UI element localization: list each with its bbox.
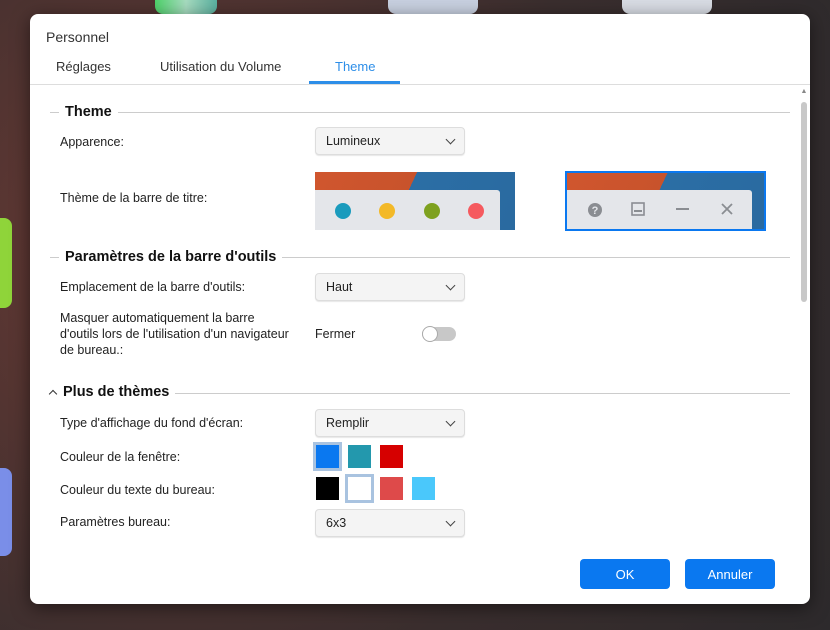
desktop-text-color-label: Couleur du texte du bureau: bbox=[60, 483, 215, 497]
autohide-toolbar-label: Masquer automatiquement la barre d'outil… bbox=[60, 311, 289, 357]
titlebar-theme-option-dots[interactable] bbox=[315, 172, 515, 230]
text-color-swatch-black[interactable] bbox=[316, 477, 339, 500]
text-color-swatch-red[interactable] bbox=[380, 477, 403, 500]
yellow-dot-icon bbox=[379, 203, 395, 219]
section-heading-theme: Theme bbox=[59, 104, 118, 120]
autohide-state-label: Fermer bbox=[315, 327, 356, 341]
desktop-grid-value: 6x3 bbox=[326, 516, 347, 530]
red-dot-icon bbox=[468, 203, 484, 219]
chevron-down-icon bbox=[445, 134, 456, 144]
text-color-swatch-lightblue[interactable] bbox=[412, 477, 435, 500]
help-icon: ? bbox=[588, 203, 602, 217]
toolbar-location-value: Haut bbox=[326, 280, 353, 294]
text-color-swatch-white[interactable] bbox=[345, 474, 374, 503]
section-heading-more-themes: Plus de thèmes bbox=[61, 384, 170, 400]
section-divider bbox=[50, 112, 790, 113]
window-color-swatch-blue[interactable] bbox=[313, 442, 342, 471]
titlebar-theme-option-icons[interactable]: ? bbox=[565, 171, 766, 231]
desktop-settings-label: Paramètres bureau: bbox=[60, 515, 171, 529]
more-themes-toggle[interactable]: Plus de thèmes bbox=[48, 384, 176, 400]
appearance-label: Apparence: bbox=[60, 135, 124, 149]
window-color-label: Couleur de la fenêtre: bbox=[60, 450, 181, 464]
desktop-icon[interactable] bbox=[622, 0, 712, 14]
minimize-to-panel-icon bbox=[631, 202, 645, 216]
autohide-toggle[interactable] bbox=[422, 326, 456, 342]
divider bbox=[30, 84, 810, 85]
toggle-knob bbox=[422, 326, 438, 342]
minimize-icon bbox=[676, 208, 689, 210]
chevron-down-icon bbox=[445, 516, 456, 526]
teal-dot-icon bbox=[335, 203, 351, 219]
wallpaper-type-value: Remplir bbox=[326, 416, 370, 430]
scrollbar-thumb[interactable] bbox=[801, 102, 807, 302]
desktop-icon[interactable] bbox=[155, 0, 217, 14]
appearance-select[interactable]: Lumineux bbox=[315, 127, 465, 155]
chevron-up-icon bbox=[48, 389, 58, 399]
scroll-up-icon[interactable]: ▲ bbox=[800, 88, 808, 96]
window-color-swatch-red[interactable] bbox=[380, 445, 403, 468]
cancel-button[interactable]: Annuler bbox=[685, 559, 775, 589]
chevron-down-icon bbox=[445, 280, 456, 290]
ok-button[interactable]: OK bbox=[580, 559, 670, 589]
close-icon bbox=[721, 203, 733, 215]
wallpaper-type-select[interactable]: Remplir bbox=[315, 409, 465, 437]
svg-text:?: ? bbox=[592, 205, 599, 217]
window-color-swatch-teal[interactable] bbox=[348, 445, 371, 468]
tab-reglages[interactable]: Réglages bbox=[56, 59, 111, 74]
toolbar-location-label: Emplacement de la barre d'outils: bbox=[60, 280, 246, 294]
wallpaper-type-label: Type d'affichage du fond d'écran: bbox=[60, 416, 244, 430]
appearance-value: Lumineux bbox=[326, 134, 381, 148]
chevron-down-icon bbox=[445, 416, 456, 426]
personal-settings-dialog: Personnel Réglages Utilisation du Volume… bbox=[30, 14, 810, 604]
section-heading-toolbar: Paramètres de la barre d'outils bbox=[59, 249, 283, 265]
desktop-icon[interactable] bbox=[0, 218, 12, 308]
desktop-icon[interactable] bbox=[0, 468, 12, 556]
tab-volume-usage[interactable]: Utilisation du Volume bbox=[160, 59, 281, 74]
desktop-grid-select[interactable]: 6x3 bbox=[315, 509, 465, 537]
green-dot-icon bbox=[424, 203, 440, 219]
scrollbar[interactable]: ▲ bbox=[800, 88, 808, 528]
tab-theme[interactable]: Theme bbox=[335, 59, 375, 74]
desktop-icon[interactable] bbox=[388, 0, 478, 14]
titlebar-theme-label: Thème de la barre de titre: bbox=[60, 191, 208, 205]
toolbar-location-select[interactable]: Haut bbox=[315, 273, 465, 301]
dialog-title: Personnel bbox=[46, 29, 110, 45]
